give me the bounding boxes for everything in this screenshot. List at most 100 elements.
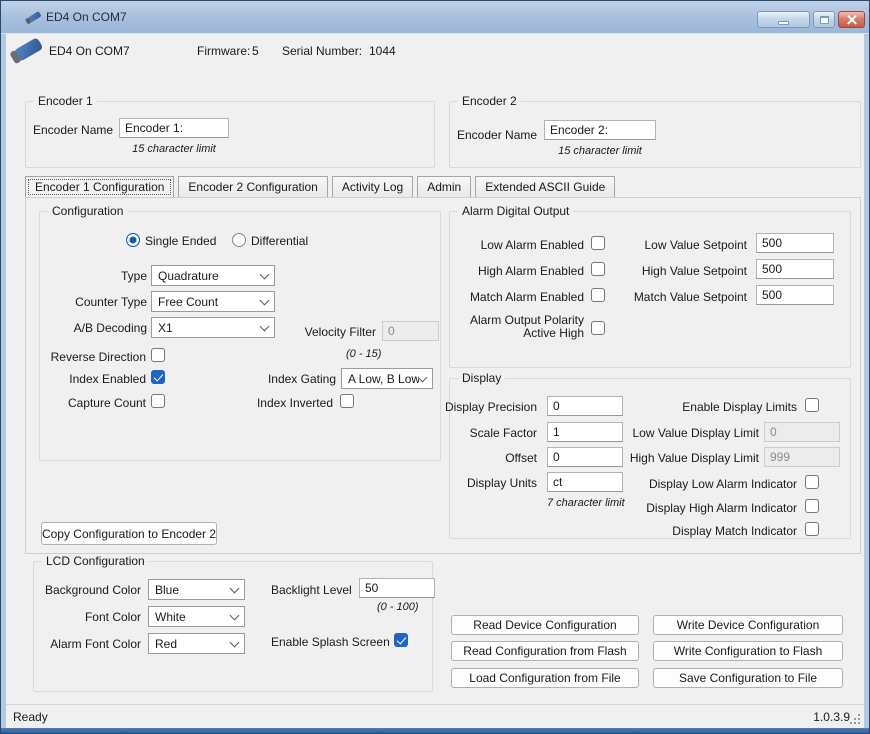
font-color-value: White: [155, 610, 231, 624]
index-gating-value: A Low, B Low: [348, 372, 419, 386]
tab-admin[interactable]: Admin: [417, 176, 471, 198]
backlight-level-label: Backlight Level: [271, 583, 348, 597]
high-value-setpoint-value: 500: [762, 262, 782, 276]
encoder2-name-input[interactable]: Encoder 2:: [544, 120, 656, 140]
tab-activity-log[interactable]: Activity Log: [332, 176, 413, 198]
maximize-button[interactable]: [813, 11, 835, 28]
ab-decoding-value: X1: [158, 321, 261, 335]
high-display-limit-input: 999: [764, 447, 840, 467]
load-configuration-from-file-button[interactable]: Load Configuration from File: [451, 668, 639, 688]
differential-radio[interactable]: [232, 233, 246, 247]
serial-number-label: Serial Number:: [282, 44, 362, 58]
encoder2-limit-note: 15 character limit: [544, 145, 656, 157]
chevron-down-icon: [418, 372, 428, 382]
write-configuration-to-flash-button[interactable]: Write Configuration to Flash: [653, 641, 843, 661]
chevron-down-icon: [260, 295, 270, 305]
type-label: Type: [41, 269, 147, 283]
device-icon: [14, 37, 44, 62]
enable-display-limits-label: Enable Display Limits: [601, 400, 797, 414]
counter-type-value: Free Count: [158, 295, 261, 309]
match-value-setpoint-input[interactable]: 500: [756, 285, 834, 305]
display-units-label: Display Units: [431, 476, 537, 490]
copy-configuration-button[interactable]: Copy Configuration to Encoder 2: [41, 522, 217, 545]
velocity-filter-range-note: (0 - 15): [346, 348, 381, 360]
resize-grip-icon[interactable]: [858, 722, 860, 724]
version-text: 1.0.3.9: [813, 710, 850, 724]
firmware-label: Firmware:: [197, 44, 250, 58]
tab-extended-ascii-guide[interactable]: Extended ASCII Guide: [475, 176, 615, 198]
capture-count-label: Capture Count: [26, 396, 146, 410]
display-low-alarm-indicator-checkbox[interactable]: [805, 475, 819, 489]
display-low-alarm-indicator-label: Display Low Alarm Indicator: [561, 477, 797, 491]
enable-display-limits-checkbox[interactable]: [805, 398, 819, 412]
chevron-down-icon: [230, 610, 240, 620]
high-display-limit-value: 999: [770, 450, 790, 464]
alarm-font-color-select[interactable]: Red: [148, 633, 245, 654]
display-match-indicator-label: Display Match Indicator: [561, 524, 797, 538]
index-enabled-checkbox[interactable]: [151, 370, 165, 384]
chevron-down-icon: [260, 321, 270, 331]
velocity-filter-value: 0: [388, 324, 395, 338]
ab-decoding-select[interactable]: X1: [151, 317, 275, 338]
low-value-setpoint-label: Low Value Setpoint: [601, 238, 747, 252]
alarm-font-color-label: Alarm Font Color: [31, 637, 141, 651]
scale-factor-value: 1: [553, 425, 560, 439]
chevron-down-icon: [230, 637, 240, 647]
reverse-direction-checkbox[interactable]: [151, 348, 165, 362]
scale-factor-label: Scale Factor: [431, 426, 537, 440]
high-value-setpoint-input[interactable]: 500: [756, 259, 834, 279]
alarm-polarity-checkbox[interactable]: [591, 321, 605, 335]
capture-count-checkbox[interactable]: [151, 394, 165, 408]
font-color-select[interactable]: White: [148, 606, 245, 627]
backlight-level-value: 50: [365, 581, 378, 595]
type-select[interactable]: Quadrature: [151, 265, 275, 286]
type-value: Quadrature: [158, 269, 261, 283]
index-enabled-label: Index Enabled: [26, 372, 146, 386]
encoder1-limit-note: 15 character limit: [119, 143, 229, 155]
backlight-range-note: (0 - 100): [377, 601, 419, 613]
enable-splash-screen-checkbox[interactable]: [394, 633, 408, 647]
display-high-alarm-indicator-checkbox[interactable]: [805, 499, 819, 513]
read-configuration-from-flash-button[interactable]: Read Configuration from Flash: [451, 641, 639, 661]
high-display-limit-label: High Value Display Limit: [601, 451, 759, 465]
window-frame-right: [864, 34, 869, 728]
match-alarm-enabled-label: Match Alarm Enabled: [461, 290, 584, 304]
enable-splash-screen-label: Enable Splash Screen: [271, 635, 386, 649]
chevron-down-icon: [260, 269, 270, 279]
display-precision-label: Display Precision: [431, 400, 537, 414]
low-value-setpoint-value: 500: [762, 236, 782, 250]
counter-type-select[interactable]: Free Count: [151, 291, 275, 312]
minimize-button[interactable]: [757, 11, 810, 28]
velocity-filter-label: Velocity Filter: [286, 325, 376, 339]
index-inverted-checkbox[interactable]: [340, 394, 354, 408]
counter-type-label: Counter Type: [41, 295, 147, 309]
title-bar[interactable]: ED4 On COM7: [1, 1, 869, 34]
index-gating-label: Index Gating: [241, 372, 336, 386]
close-icon: [845, 13, 859, 27]
font-color-label: Font Color: [31, 610, 141, 624]
display-match-indicator-checkbox[interactable]: [805, 522, 819, 536]
tab-encoder2-configuration[interactable]: Encoder 2 Configuration: [178, 176, 327, 198]
low-alarm-enabled-label: Low Alarm Enabled: [461, 238, 584, 252]
save-configuration-to-file-button[interactable]: Save Configuration to File: [653, 668, 843, 688]
tab-encoder1-configuration[interactable]: Encoder 1 Configuration: [25, 176, 174, 198]
read-device-configuration-button[interactable]: Read Device Configuration: [451, 615, 639, 635]
reverse-direction-label: Reverse Direction: [26, 350, 146, 364]
background-color-select[interactable]: Blue: [148, 579, 245, 600]
encoder1-name-input[interactable]: Encoder 1:: [119, 118, 229, 138]
write-device-configuration-button[interactable]: Write Device Configuration: [653, 615, 843, 635]
offset-label: Offset: [431, 451, 537, 465]
alarm-polarity-label: Alarm Output Polarity Active High: [461, 314, 584, 340]
backlight-level-input[interactable]: 50: [359, 578, 435, 598]
single-ended-label: Single Ended: [145, 234, 216, 248]
alarm-group-title: Alarm Digital Output: [458, 204, 573, 218]
app-window: ED4 On COM7 ED4 On COM7 Firmware: 5 Seri…: [0, 0, 870, 734]
close-button[interactable]: [838, 11, 865, 28]
index-gating-select[interactable]: A Low, B Low: [341, 368, 433, 389]
high-alarm-enabled-label: High Alarm Enabled: [461, 264, 584, 278]
low-value-setpoint-input[interactable]: 500: [756, 233, 834, 253]
alarm-font-color-value: Red: [155, 637, 231, 651]
configuration-group-title: Configuration: [48, 204, 127, 218]
single-ended-radio[interactable]: [126, 233, 140, 247]
firmware-value: 5: [252, 44, 259, 58]
